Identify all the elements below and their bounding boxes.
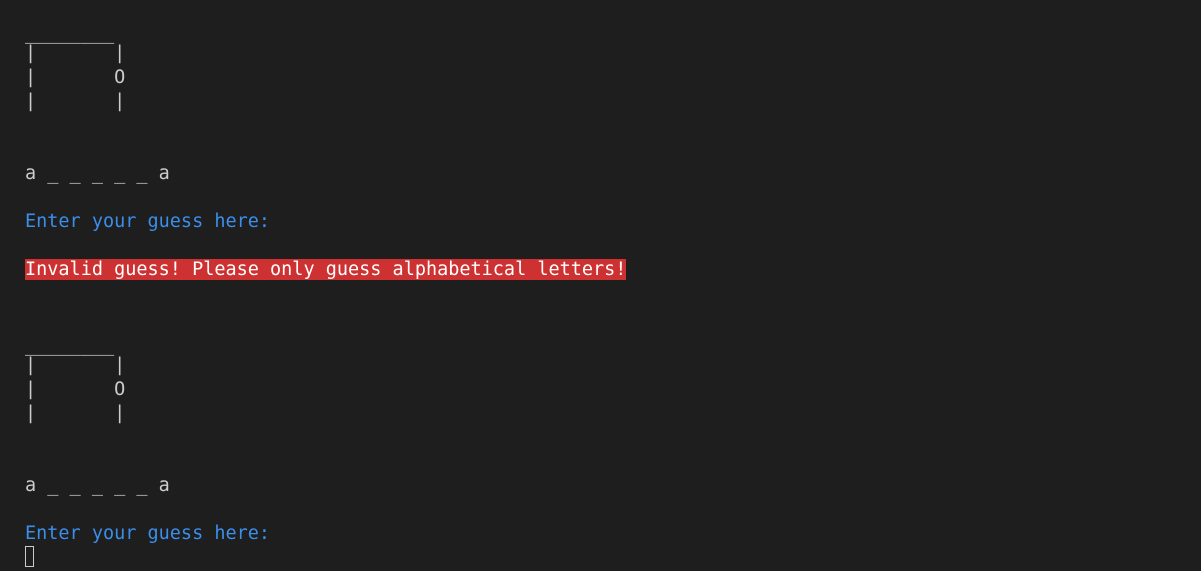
error-line: Invalid guess! Please only guess alphabe… — [25, 258, 627, 282]
gallows-head-2: | O — [25, 379, 126, 400]
guess-prompt-2: Enter your guess here: — [25, 523, 271, 544]
error-message: Invalid guess! Please only guess alphabe… — [25, 259, 627, 280]
word-progress-1: a _ _ _ _ _ a — [25, 163, 170, 184]
gallows-body-1: | | — [25, 91, 126, 112]
gallows-head-1: | O — [25, 67, 126, 88]
input-cursor[interactable] — [25, 546, 34, 567]
guess-prompt-1: Enter your guess here: — [25, 211, 271, 232]
word-progress-2: a _ _ _ _ _ a — [25, 475, 170, 496]
gallows-body-2: | | — [25, 403, 126, 424]
gallows-rope-1: | | — [25, 43, 126, 64]
gallows-rope-2: | | — [25, 355, 126, 376]
terminal-output: ________ | | | O | | a _ _ _ _ _ a Enter… — [0, 0, 1201, 571]
